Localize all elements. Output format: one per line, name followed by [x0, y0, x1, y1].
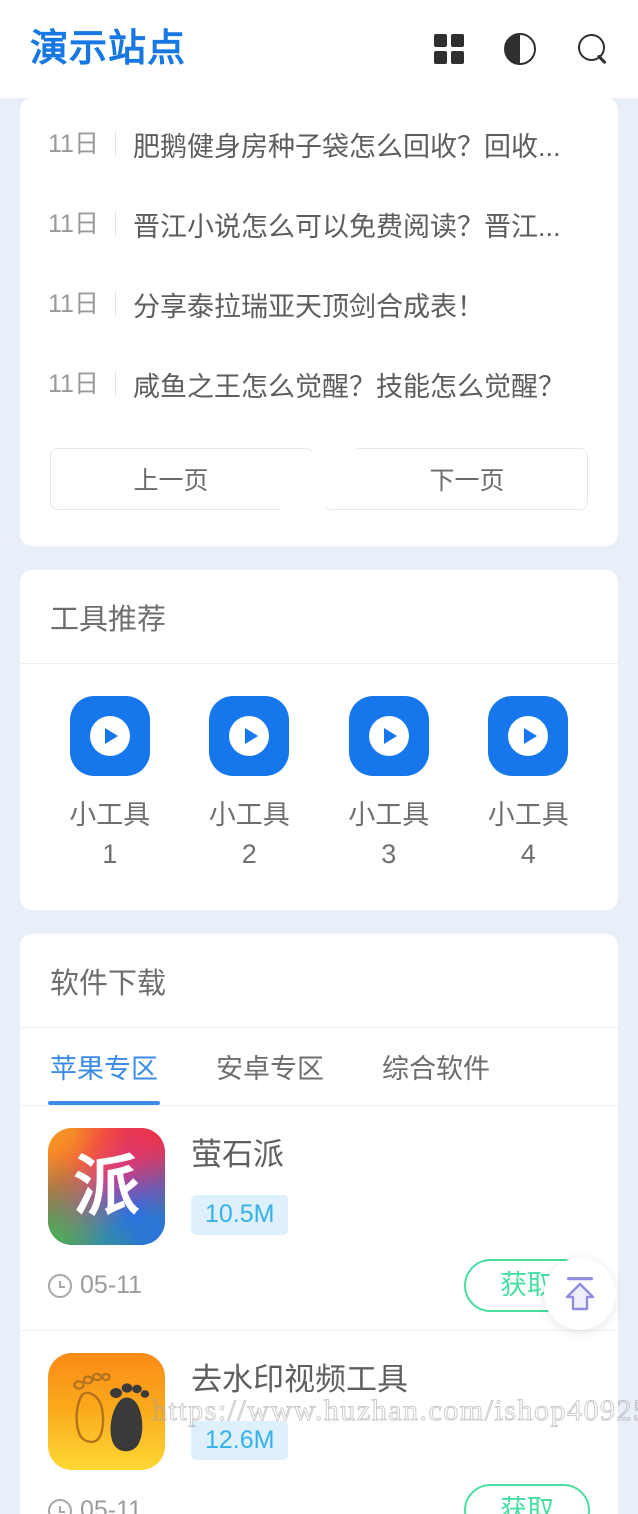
app-name: 萤石派 — [191, 1137, 284, 1173]
article-date: 11日 — [48, 131, 116, 157]
site-header: 演示站点 — [0, 0, 638, 98]
arrow-up-icon — [565, 1277, 595, 1311]
article-title: 分享泰拉瑞亚天顶剑合成表！ — [132, 291, 484, 322]
app-icon-glyph: 派 — [73, 1147, 140, 1225]
get-button[interactable]: 获取 — [464, 1484, 590, 1514]
tools-grid: 小工具1 小工具2 小工具3 小工具4 — [20, 664, 618, 910]
tools-section-title: 工具推荐 — [50, 603, 167, 636]
tools-card: 工具推荐 小工具1 小工具2 小工具3 小工具4 — [20, 570, 618, 911]
article-list-item[interactable]: 11日 咸鱼之王怎么觉醒？技能怎么觉醒？ — [20, 344, 618, 424]
page-content: 11日 肥鹅健身房种子袋怎么回收？回收... 11日 晋江小说怎么可以免费阅读？… — [0, 98, 638, 1514]
footprints-icon — [73, 1373, 150, 1452]
grid-menu-button[interactable] — [434, 34, 464, 64]
clock-icon — [48, 1498, 72, 1514]
tool-item[interactable]: 小工具1 — [40, 696, 180, 874]
article-date: 11日 — [48, 211, 116, 237]
tool-item[interactable]: 小工具4 — [459, 696, 599, 874]
tab-android[interactable]: 安卓专区 — [216, 1028, 324, 1105]
app-footer: 05-11 获取 — [48, 1484, 590, 1514]
tool-label: 小工具3 — [348, 800, 430, 870]
article-title: 肥鹅健身房种子袋怎么回收？回收... — [132, 131, 561, 162]
search-icon — [576, 32, 610, 66]
tool-label: 小工具1 — [69, 800, 151, 870]
app-list-item[interactable]: 派 萤石派 10.5M 05-11 获取 — [20, 1106, 618, 1332]
tool-item[interactable]: 小工具3 — [319, 696, 459, 874]
software-tabs: 苹果专区 安卓专区 综合软件 — [20, 1028, 618, 1107]
software-section-title: 软件下载 — [50, 967, 167, 1000]
tab-general[interactable]: 综合软件 — [382, 1028, 490, 1105]
app-icon: 派 — [48, 1128, 165, 1246]
play-icon — [488, 696, 569, 776]
app-size-badge: 12.6M — [191, 1420, 289, 1461]
pagination: 上一页 下一页 — [20, 424, 618, 546]
back-to-top-button[interactable] — [544, 1258, 616, 1330]
search-button[interactable] — [576, 32, 610, 66]
article-list: 11日 肥鹅健身房种子袋怎么回收？回收... 11日 晋江小说怎么可以免费阅读？… — [20, 98, 618, 424]
site-title: 演示站点 — [30, 28, 187, 70]
grid-icon — [434, 34, 464, 64]
article-list-item[interactable]: 11日 分享泰拉瑞亚天顶剑合成表！ — [20, 264, 618, 344]
article-list-item[interactable]: 11日 肥鹅健身房种子袋怎么回收？回收... — [20, 104, 618, 184]
app-icon — [48, 1353, 165, 1471]
app-date: 05-11 — [48, 1496, 142, 1514]
tool-label: 小工具2 — [208, 800, 290, 870]
tool-item[interactable]: 小工具2 — [180, 696, 320, 874]
play-icon — [69, 696, 150, 776]
article-date: 11日 — [48, 371, 116, 397]
app-date: 05-11 — [48, 1271, 142, 1300]
header-actions — [434, 32, 610, 66]
app-footer: 05-11 获取 — [48, 1259, 590, 1313]
article-list-card: 11日 肥鹅健身房种子袋怎么回收？回收... 11日 晋江小说怎么可以免费阅读？… — [20, 98, 618, 546]
article-title: 咸鱼之王怎么觉醒？技能怎么觉醒？ — [132, 371, 565, 402]
play-icon — [348, 696, 429, 776]
software-section-header: 软件下载 — [20, 934, 618, 1029]
app-date-text: 05-11 — [80, 1271, 143, 1300]
app-name: 去水印视频工具 — [191, 1362, 408, 1398]
tools-section-header: 工具推荐 — [20, 570, 618, 664]
contrast-icon — [504, 33, 536, 65]
app-date-text: 05-11 — [80, 1496, 143, 1514]
clock-icon — [48, 1273, 72, 1298]
app-list-item[interactable]: 去水印视频工具 12.6M 05-11 获取 — [20, 1331, 618, 1514]
article-title: 晋江小说怎么可以免费阅读？晋江... — [132, 211, 561, 242]
software-download-card: 软件下载 苹果专区 安卓专区 综合软件 派 萤石派 10.5M 05-11 获取… — [20, 934, 618, 1514]
app-meta: 去水印视频工具 12.6M — [191, 1353, 590, 1461]
next-page-button[interactable]: 下一页 — [324, 448, 588, 510]
article-list-item[interactable]: 11日 晋江小说怎么可以免费阅读？晋江... — [20, 184, 618, 264]
article-date: 11日 — [48, 291, 116, 317]
app-main: 去水印视频工具 12.6M — [48, 1353, 590, 1471]
theme-toggle-button[interactable] — [504, 33, 536, 65]
app-main: 派 萤石派 10.5M — [48, 1128, 590, 1246]
play-icon — [209, 696, 290, 776]
tool-label: 小工具4 — [487, 800, 569, 870]
app-meta: 萤石派 10.5M — [191, 1128, 590, 1235]
app-size-badge: 10.5M — [191, 1195, 289, 1235]
prev-page-button[interactable]: 上一页 — [50, 448, 314, 510]
tab-apple[interactable]: 苹果专区 — [48, 1028, 160, 1106]
